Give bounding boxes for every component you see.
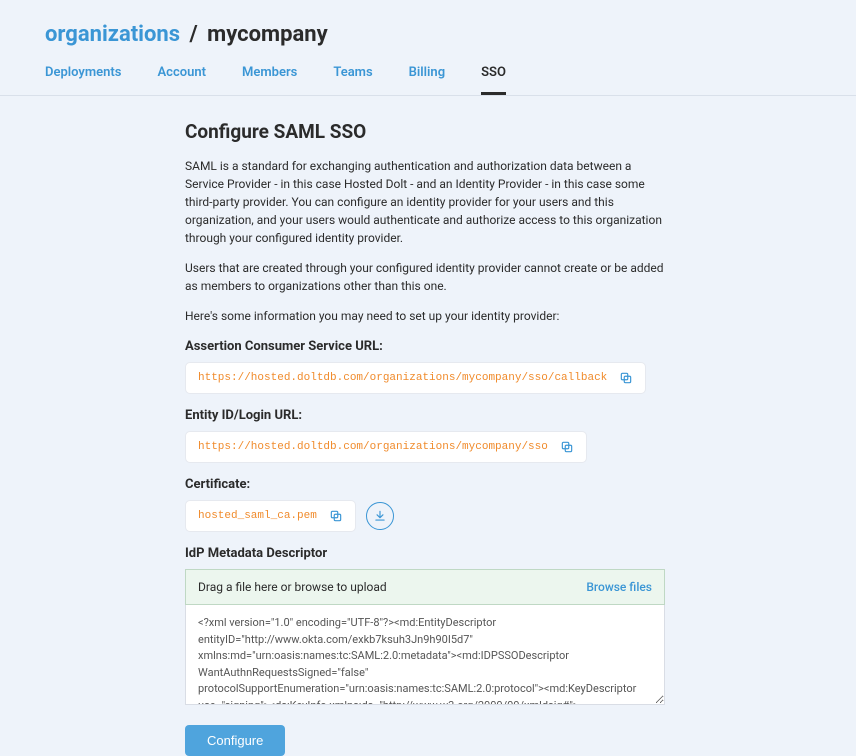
cert-label: Certificate: bbox=[185, 477, 665, 492]
intro-para-2: Users that are created through your conf… bbox=[185, 259, 665, 295]
breadcrumb-root-link[interactable]: organizations bbox=[45, 22, 180, 47]
intro-para-1: SAML is a standard for exchanging authen… bbox=[185, 157, 665, 247]
file-dropzone[interactable]: Drag a file here or browse to upload Bro… bbox=[185, 569, 665, 605]
cert-file-box: hosted_saml_ca.pem bbox=[185, 500, 356, 532]
download-icon bbox=[373, 509, 387, 523]
breadcrumb: organizations / mycompany bbox=[45, 0, 811, 65]
tab-sso[interactable]: SSO bbox=[481, 65, 506, 95]
copy-icon[interactable] bbox=[619, 371, 633, 385]
idp-metadata-textarea[interactable] bbox=[185, 605, 665, 705]
copy-icon[interactable] bbox=[329, 509, 343, 523]
page-title: Configure SAML SSO bbox=[185, 120, 665, 143]
acs-url-value: https://hosted.doltdb.com/organizations/… bbox=[198, 372, 607, 384]
browse-files-link[interactable]: Browse files bbox=[586, 580, 652, 594]
entity-url-label: Entity ID/Login URL: bbox=[185, 408, 665, 423]
copy-icon[interactable] bbox=[560, 440, 574, 454]
tab-deployments[interactable]: Deployments bbox=[45, 65, 121, 95]
acs-url-label: Assertion Consumer Service URL: bbox=[185, 339, 665, 354]
idp-label: IdP Metadata Descriptor bbox=[185, 546, 665, 561]
dropzone-text: Drag a file here or browse to upload bbox=[198, 580, 387, 594]
download-button[interactable] bbox=[366, 502, 394, 530]
breadcrumb-current: mycompany bbox=[207, 22, 327, 47]
tab-teams[interactable]: Teams bbox=[333, 65, 372, 95]
intro-para-3: Here's some information you may need to … bbox=[185, 307, 665, 325]
tab-members[interactable]: Members bbox=[242, 65, 297, 95]
breadcrumb-separator: / bbox=[190, 22, 198, 47]
configure-button[interactable]: Configure bbox=[185, 725, 285, 756]
tab-billing[interactable]: Billing bbox=[409, 65, 445, 95]
entity-url-box: https://hosted.doltdb.com/organizations/… bbox=[185, 431, 587, 463]
entity-url-value: https://hosted.doltdb.com/organizations/… bbox=[198, 441, 548, 453]
acs-url-box: https://hosted.doltdb.com/organizations/… bbox=[185, 362, 646, 394]
cert-file-value: hosted_saml_ca.pem bbox=[198, 510, 317, 522]
tabs-nav: Deployments Account Members Teams Billin… bbox=[45, 65, 811, 95]
tab-account[interactable]: Account bbox=[157, 65, 205, 95]
